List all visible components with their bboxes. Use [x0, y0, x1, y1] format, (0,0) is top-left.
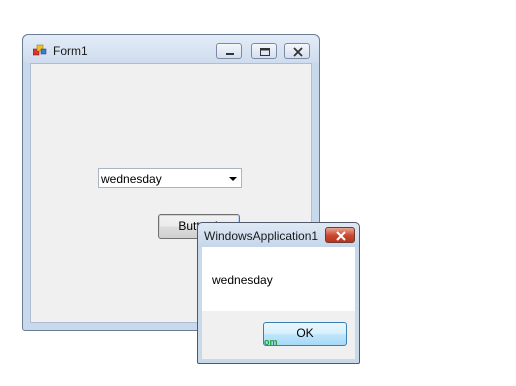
combobox-value: wednesday — [101, 172, 162, 186]
messagebox-title: WindowsApplication1 — [204, 229, 319, 243]
close-icon — [336, 231, 346, 241]
messagebox-window: WindowsApplication1 wednesday OK om — [197, 222, 360, 364]
form1-title: Form1 — [53, 44, 88, 58]
minimize-button[interactable] — [216, 43, 242, 59]
close-button[interactable] — [284, 43, 310, 59]
messagebox-body: wednesday OK om — [202, 247, 355, 359]
day-combobox[interactable]: wednesday — [98, 168, 242, 188]
minimize-icon — [226, 53, 234, 55]
messagebox-titlebar[interactable]: WindowsApplication1 — [198, 223, 359, 247]
ok-button[interactable]: OK om — [263, 322, 347, 347]
app-icon — [33, 44, 47, 56]
messagebox-close-button[interactable] — [325, 227, 355, 243]
close-icon — [293, 47, 303, 57]
ok-label: OK — [296, 326, 314, 340]
form1-titlebar[interactable]: Form1 — [23, 35, 319, 63]
messagebox-footer: OK om — [202, 311, 355, 359]
maximize-icon — [260, 48, 270, 56]
messagebox-message: wednesday — [212, 273, 273, 287]
dropdown-arrow-icon[interactable] — [227, 173, 239, 185]
watermark-text: om — [264, 337, 278, 347]
maximize-button[interactable] — [251, 43, 277, 59]
